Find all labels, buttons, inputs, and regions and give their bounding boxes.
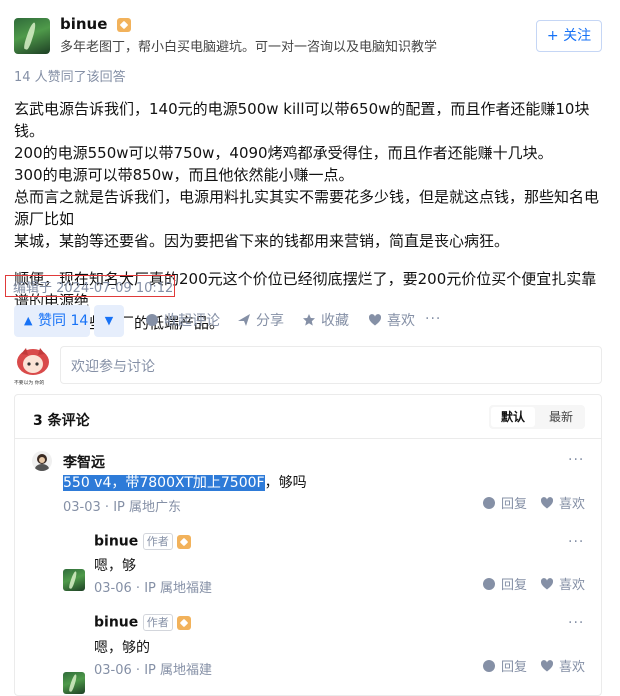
comment-like-label: 喜欢 xyxy=(559,497,586,512)
share-icon xyxy=(238,314,250,326)
commenter-name[interactable]: 李智远 xyxy=(63,452,105,472)
answer-paragraph: 200的电源550w可以带750w，4090烤鸡都承受得住，而且作者还能赚十几块… xyxy=(14,144,553,162)
reply-date: 03-06 xyxy=(94,663,132,678)
share-button[interactable]: 分享 xyxy=(237,311,284,331)
reply-text: 嗯，够 xyxy=(94,558,136,574)
my-avatar: 不要以为 你的头像了 xyxy=(14,346,52,386)
sort-latest-tab[interactable]: 最新 xyxy=(537,405,585,429)
comment-reply-label: 回复 xyxy=(501,497,528,512)
commenter-avatar[interactable] xyxy=(32,451,52,471)
comment-like-button[interactable]: 喜欢 xyxy=(540,495,585,515)
heart-icon xyxy=(540,578,554,590)
reply-reply-label: 回复 xyxy=(501,660,528,675)
comments-count: 3 条评论 xyxy=(33,413,90,429)
favorite-label: 收藏 xyxy=(321,313,349,329)
author-bio: 多年老图丁，帮小白买电脑避坑。可一对一咨询以及电脑知识教学 xyxy=(60,40,438,55)
heart-icon xyxy=(368,314,382,326)
creator-badge-icon xyxy=(116,17,131,32)
answer-paragraph: 某城，某韵等还要省。因为要把省下来的钱都用来营销，简直是丧心病狂。 xyxy=(14,232,510,250)
sort-toggle: 默认 最新 xyxy=(489,405,586,429)
triangle-up-icon: ▲ xyxy=(24,314,33,327)
creator-badge-icon xyxy=(177,615,192,630)
author-tag: 作者 xyxy=(142,614,173,631)
comment-text-rest: ，够吗 xyxy=(264,475,307,491)
edited-timestamp-box: 编辑于 2024-07-09 10:12 xyxy=(5,275,175,297)
answer-paragraph: 300的电源可以带850w，而且他依然能小赚一点。 xyxy=(14,166,354,184)
author-name[interactable]: binue xyxy=(60,15,107,33)
upvote-button[interactable]: ▲ 赞同 14 xyxy=(14,305,90,337)
edited-timestamp[interactable]: 编辑于 2024-07-09 10:12 xyxy=(13,277,173,296)
reply-reply-button[interactable]: 回复 xyxy=(482,658,527,678)
comment-meta: 03-03 · IP 属地广东 xyxy=(63,500,181,515)
like-button[interactable]: 喜欢 xyxy=(368,311,415,331)
comment-input[interactable]: 欢迎参与讨论 xyxy=(60,346,602,384)
divider xyxy=(15,438,601,439)
comment-input-placeholder: 欢迎参与讨论 xyxy=(71,359,155,375)
reply-meta: 03-06 · IP 属地福建 xyxy=(94,663,212,678)
person-avatar-icon xyxy=(35,454,49,471)
upvote-label: 赞同 14 xyxy=(38,313,89,329)
answer-paragraph: 总而言之就是告诉我们，电源用料扎实其实不需要花多少钱，但是就这点钱，那些知名电源… xyxy=(14,188,600,228)
heart-icon xyxy=(540,497,554,509)
reply-avatar[interactable] xyxy=(63,569,85,591)
reply-meta: 03-06 · IP 属地福建 xyxy=(94,581,212,596)
star-icon xyxy=(303,314,315,326)
comment-date: 03-03 xyxy=(63,500,101,515)
sort-default-tab[interactable]: 默认 xyxy=(491,407,536,427)
reply-more-button[interactable]: ··· xyxy=(568,615,584,631)
reply-location: IP 属地福建 xyxy=(144,663,212,678)
author-name-row: binue xyxy=(60,15,131,33)
reply-icon xyxy=(483,660,495,672)
reply-icon xyxy=(483,497,495,509)
comment-text-selected: 550 v4，带7800XT加上7500F xyxy=(63,475,265,491)
reply-date: 03-06 xyxy=(94,581,132,596)
reply-reply-button[interactable]: 回复 xyxy=(482,576,527,596)
author-avatar[interactable] xyxy=(14,18,50,54)
follow-button[interactable]: + 关注 xyxy=(536,20,602,52)
collapse-comments-label: 收起评论 xyxy=(164,313,220,329)
author-tag: 作者 xyxy=(142,533,173,550)
comment-text: 550 v4，带7800XT加上7500F，够吗 xyxy=(63,473,307,493)
reply-text: 嗯，够的 xyxy=(94,640,150,656)
reply-name-row: binue 作者 xyxy=(94,533,192,550)
downvote-button[interactable]: ▼ xyxy=(94,305,124,337)
collapse-comments-button[interactable]: 收起评论 xyxy=(145,311,220,331)
reply-icon xyxy=(483,578,495,590)
reply-name-row: binue 作者 xyxy=(94,614,192,631)
avatar-caption: 不要以为 你的头像了 xyxy=(14,380,45,386)
like-label: 喜欢 xyxy=(387,313,415,329)
comment-location: IP 属地广东 xyxy=(113,500,181,515)
reply-name[interactable]: binue xyxy=(94,615,138,631)
comment-more-button[interactable]: ··· xyxy=(568,452,584,468)
reply-name[interactable]: binue xyxy=(94,534,138,550)
answer-body: 玄武电源告诉我们，140元的电源500w kill可以带650w的配置，而且作者… xyxy=(14,98,610,334)
reply-like-label: 喜欢 xyxy=(559,660,586,675)
share-label: 分享 xyxy=(256,313,284,329)
creator-badge-icon xyxy=(177,534,192,549)
answer-paragraph: 玄武电源告诉我们，140元的电源500w kill可以带650w的配置，而且作者… xyxy=(14,100,590,140)
comment-reply-button[interactable]: 回复 xyxy=(482,495,527,515)
reply-reply-label: 回复 xyxy=(501,578,528,593)
heart-icon xyxy=(540,660,554,672)
reply-like-button[interactable]: 喜欢 xyxy=(540,658,585,678)
reply-location: IP 属地福建 xyxy=(144,581,212,596)
reply-more-button[interactable]: ··· xyxy=(568,534,584,550)
reply-avatar[interactable] xyxy=(63,672,85,694)
more-actions-button[interactable]: ··· xyxy=(425,311,441,327)
reply-like-label: 喜欢 xyxy=(559,578,586,593)
comment-bubble-icon xyxy=(146,314,158,326)
anime-avatar-icon xyxy=(17,348,49,375)
reply-like-button[interactable]: 喜欢 xyxy=(540,576,585,596)
favorite-button[interactable]: 收藏 xyxy=(302,311,349,331)
upvote-summary: 14 人赞同了该回答 xyxy=(14,70,126,85)
